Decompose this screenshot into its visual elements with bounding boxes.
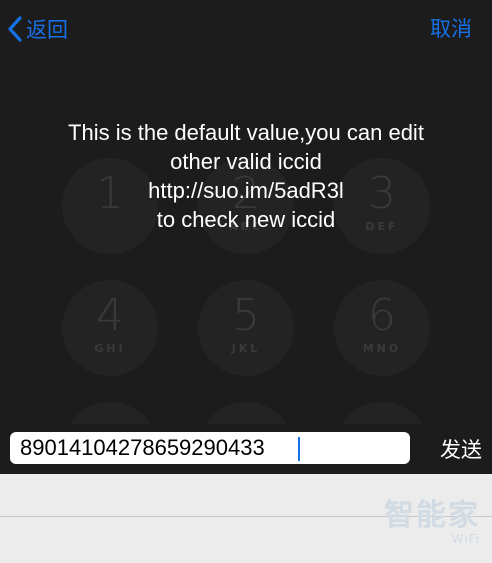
watermark-sub: WiFi [451,532,480,546]
message-line: other valid iccid [170,149,322,174]
keyboard-area: 智能家 WiFi [0,474,492,563]
back-label: 返回 [26,18,68,42]
keypad-key-4: 4 GHI [62,280,158,376]
text-caret [298,437,300,461]
key-digit: 6 [368,290,396,341]
default-value-message: This is the default value,you can edit o… [20,118,472,234]
key-letters: JKL [231,342,261,355]
cancel-button[interactable]: 取消 [430,13,472,43]
keypad-key-5: 5 JKL [198,280,294,376]
keypad-key-6: 6 MNO [334,280,430,376]
watermark-main: 智能家 [384,498,480,533]
back-button[interactable]: 返回 [6,12,68,46]
key-digit: 4 [96,290,124,341]
chevron-left-icon [6,15,24,43]
iccid-edit-screen: 1 2 ABC 3 DEF 4 GHI 5 JKL 6 MNO 返回 取消 Th… [0,0,492,563]
watermark-logo: 智能家 WiFi [384,498,480,547]
input-bar: 发送 [0,424,492,474]
send-button[interactable]: 发送 [440,434,482,464]
key-digit: 5 [232,290,260,341]
message-line: to check new iccid [156,207,336,232]
key-letters: MNO [362,342,402,355]
message-line: This is the default value,you can edit [68,120,424,145]
message-line-link: http://suo.im/5adR3l [148,178,344,203]
iccid-input[interactable] [10,432,410,464]
key-letters: GHI [94,342,126,355]
